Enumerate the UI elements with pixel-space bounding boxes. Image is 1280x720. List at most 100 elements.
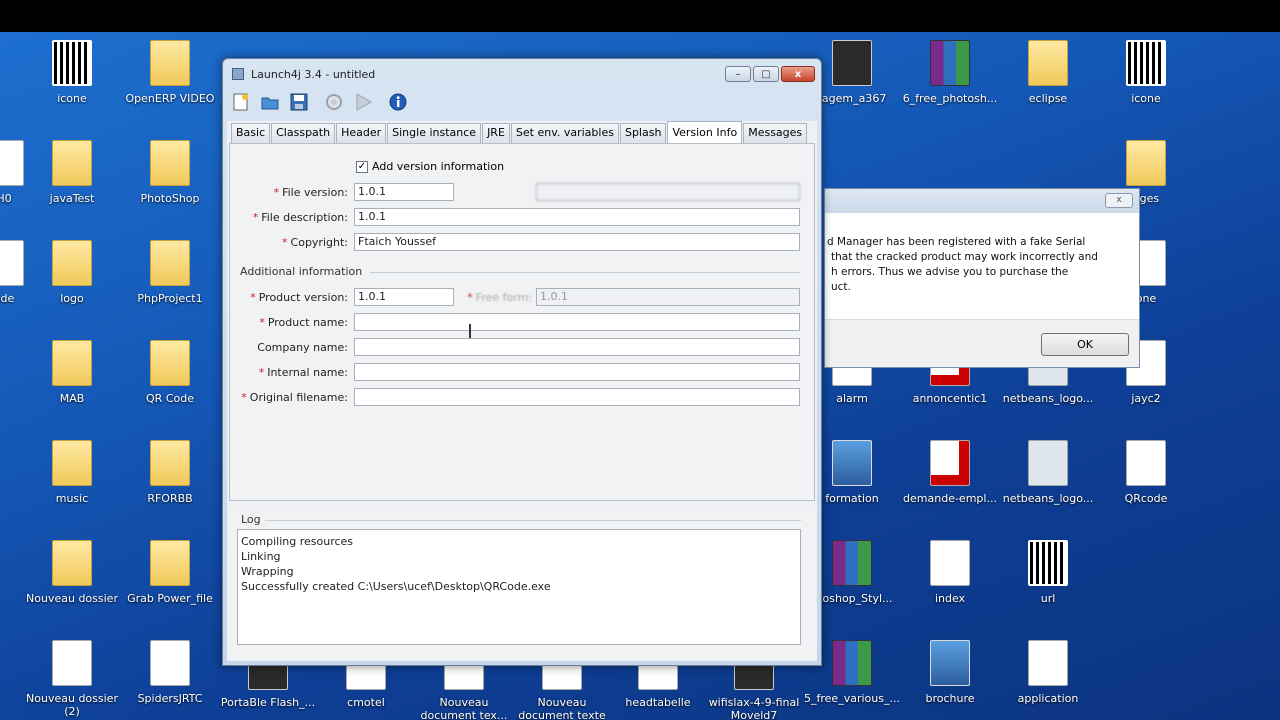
desktop-icon[interactable]: H0 — [0, 140, 52, 205]
desktop-icon-label: eclipse — [1028, 92, 1068, 105]
ok-button[interactable]: OK — [1041, 333, 1129, 356]
log-section: Log Compiling resources Linking Wrapping… — [229, 507, 815, 659]
internal-name-field[interactable] — [354, 363, 800, 381]
desktop-icon-label: annoncentic1 — [912, 392, 988, 405]
tab-classpath[interactable]: Classpath — [271, 123, 336, 143]
original-filename-field[interactable] — [354, 388, 800, 406]
add-version-label: Add version information — [372, 160, 505, 173]
copyright-field[interactable]: Ftaich Youssef — [354, 233, 800, 251]
desktop-icon-label: icone — [1131, 92, 1161, 105]
desktop-icon[interactable]: music — [24, 440, 120, 505]
launch4j-window: Launch4j 3.4 - untitled – □ x Basic Clas… — [222, 58, 822, 666]
desktop-icon[interactable]: icone — [1098, 40, 1194, 105]
tab-jre[interactable]: JRE — [482, 123, 510, 143]
folder-icon — [52, 540, 92, 586]
desktop-icon[interactable]: QR Code — [122, 340, 218, 405]
desktop-icon[interactable]: eclipse — [1000, 40, 1096, 105]
app-icon — [232, 68, 244, 80]
desktop-icon[interactable]: QRcode — [1098, 440, 1194, 505]
tab-basic[interactable]: Basic — [231, 123, 271, 143]
desktop-icon-label: index — [934, 592, 966, 605]
save-icon[interactable] — [287, 91, 311, 113]
desktop-icon[interactable]: index — [902, 540, 998, 605]
desktop-icon[interactable]: ode — [0, 240, 52, 305]
desktop-icon[interactable]: 6_free_photosh... — [902, 40, 998, 105]
warning-dialog: x d Manager has been registered with a f… — [824, 188, 1140, 368]
close-button[interactable]: x — [781, 66, 815, 82]
add-version-checkbox[interactable]: ✓ — [356, 160, 368, 173]
desktop-icon[interactable]: PhpProject1 — [122, 240, 218, 305]
copyright-label: * Copyright: — [282, 236, 348, 249]
desktop-icon-label: ode — [0, 292, 15, 305]
desktop-icon-label: icone — [57, 92, 87, 105]
build-icon[interactable] — [322, 91, 346, 113]
product-version-field[interactable]: 1.0.1 — [354, 288, 454, 306]
desktop-icon-label: OpenERP VIDEO — [125, 92, 215, 105]
folder-icon — [150, 340, 190, 386]
dialog-titlebar — [825, 189, 1139, 213]
file-description-field[interactable]: 1.0.1 — [354, 208, 800, 226]
tab-header[interactable]: Header — [336, 123, 387, 143]
product-version-label: * Product version: — [250, 291, 348, 304]
desktop-icon[interactable]: icone — [24, 40, 120, 105]
dialog-line: uct. — [831, 281, 851, 293]
desktop-icon[interactable]: url — [1000, 540, 1096, 605]
desktop-icon-label: netbeans_logo... — [1002, 392, 1094, 405]
folder-icon — [150, 140, 190, 186]
desktop-icon[interactable]: demande-empl... — [902, 440, 998, 505]
dialog-footer: OK — [825, 319, 1139, 367]
desktop-icon[interactable]: Nouveau dossier (2) — [24, 640, 120, 718]
desktop-icon-label: demande-empl... — [903, 492, 997, 505]
run-icon[interactable] — [351, 91, 375, 113]
qr-icon — [1126, 40, 1166, 86]
tab-set-env-variables[interactable]: Set env. variables — [510, 123, 619, 143]
dialog-close-button[interactable]: x — [1105, 193, 1133, 208]
desktop-icon[interactable]: brochure — [902, 640, 998, 705]
tab-version-info[interactable]: Version Info — [667, 121, 743, 143]
text-cursor — [469, 324, 471, 338]
product-name-field[interactable] — [354, 313, 800, 331]
desktop-icon[interactable]: PhotoShop — [122, 140, 218, 205]
toolbar — [229, 87, 815, 117]
maximize-button[interactable]: □ — [753, 66, 779, 82]
desktop-icon[interactable]: netbeans_logo... — [1000, 440, 1096, 505]
titlebar[interactable]: Launch4j 3.4 - untitled – □ x — [223, 59, 821, 87]
tab-single-instance[interactable]: Single instance — [387, 123, 482, 143]
dialog-message: d Manager has been registered with a fak… — [827, 235, 1117, 295]
desktop-icon-label: brochure — [925, 692, 975, 705]
desktop-icon[interactable]: RFORBB — [122, 440, 218, 505]
blurred-field[interactable] — [536, 183, 800, 201]
desktop-icon[interactable]: Nouveau dossier — [24, 540, 120, 605]
pdf-icon — [930, 440, 970, 486]
desktop-icon-label: PhpProject1 — [137, 292, 203, 305]
desktop-icon[interactable]: application — [1000, 640, 1096, 705]
dialog-line: that the cracked product may work incorr… — [831, 251, 1098, 263]
tab-messages[interactable]: Messages — [743, 123, 808, 143]
folder-icon — [52, 240, 92, 286]
desktop-icon-label: wifislax-4-9-final Moveld7 — [708, 696, 800, 720]
free-form-label: * Free form: — [467, 291, 532, 304]
about-icon[interactable] — [386, 91, 410, 113]
log-textarea[interactable]: Compiling resources Linking Wrapping Suc… — [237, 529, 801, 645]
open-icon[interactable] — [258, 91, 282, 113]
desktop-icon[interactable]: SpidersJRTC — [122, 640, 218, 705]
doc-icon — [930, 540, 970, 586]
desktop-icon-label: cmotel — [347, 696, 385, 709]
company-name-field[interactable] — [354, 338, 800, 356]
desktop-icon[interactable]: MAB — [24, 340, 120, 405]
folder-icon — [150, 440, 190, 486]
img-icon — [832, 440, 872, 486]
desktop-icon-label: Nouveau document tex... — [420, 696, 508, 720]
minimize-button[interactable]: – — [725, 66, 751, 82]
folder-icon — [52, 140, 92, 186]
desktop-icon-label: Nouveau dossier (2) — [26, 692, 118, 718]
desktop-icon[interactable]: OpenERP VIDEO — [122, 40, 218, 105]
file-description-label: * File description: — [252, 211, 348, 224]
desktop-icon[interactable]: Grab Power_file — [122, 540, 218, 605]
file-version-label: * File version: — [273, 186, 348, 199]
file-version-field[interactable]: 1.0.1 — [354, 183, 454, 201]
new-icon[interactable] — [229, 91, 253, 113]
tab-splash[interactable]: Splash — [619, 123, 667, 143]
log-title: Log — [241, 513, 261, 526]
free-form-field[interactable]: 1.0.1 — [536, 288, 800, 306]
